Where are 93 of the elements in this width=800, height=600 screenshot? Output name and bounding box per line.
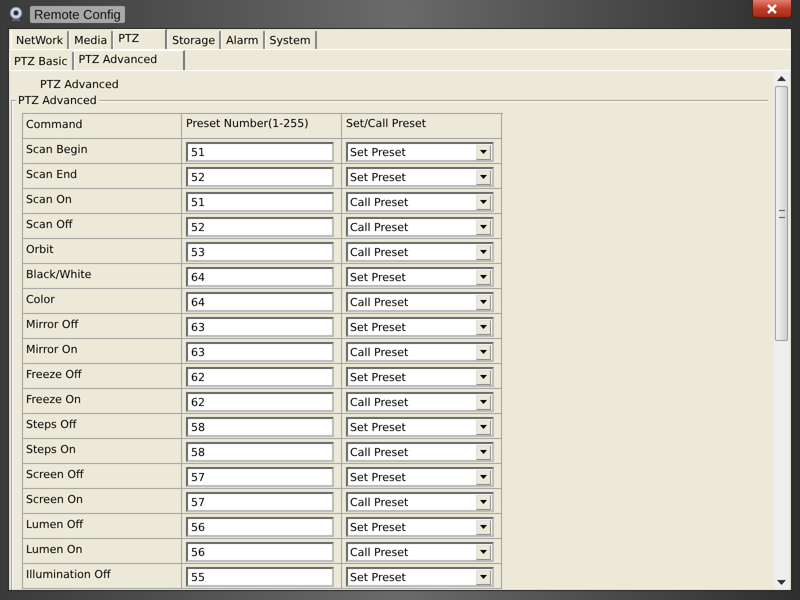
preset-number-field[interactable]: 56 bbox=[186, 517, 334, 537]
preset-number-field[interactable]: 57 bbox=[186, 492, 334, 512]
scroll-up-icon[interactable] bbox=[777, 76, 786, 81]
preset-number-field[interactable]: 62 bbox=[186, 392, 334, 412]
preset-mode-dropdown[interactable]: Call Preset bbox=[346, 217, 494, 237]
preset-number-field[interactable]: 51 bbox=[186, 192, 334, 212]
caret-icon bbox=[480, 400, 487, 404]
vertical-scrollbar[interactable] bbox=[774, 71, 789, 590]
command-label: Scan Off bbox=[26, 218, 72, 231]
command-label: Screen On bbox=[26, 493, 83, 506]
group-title: PTZ Advanced bbox=[16, 94, 99, 107]
caret-icon bbox=[480, 250, 487, 254]
caret-icon bbox=[480, 375, 487, 379]
close-icon bbox=[766, 4, 778, 14]
webcam-icon bbox=[8, 6, 24, 22]
preset-mode-dropdown[interactable]: Set Preset bbox=[346, 267, 494, 287]
preset-number-field[interactable]: 51 bbox=[186, 142, 334, 162]
caret-icon bbox=[480, 225, 487, 229]
command-label: Mirror Off bbox=[26, 318, 78, 331]
preset-number-field[interactable]: 58 bbox=[186, 417, 334, 437]
subtab[interactable]: PTZ Basic bbox=[9, 52, 74, 70]
tab[interactable]: Storage bbox=[167, 31, 222, 49]
preset-number-field[interactable]: 52 bbox=[186, 167, 334, 187]
preset-mode-dropdown[interactable]: Set Preset bbox=[346, 517, 494, 537]
preset-number-field[interactable]: 55 bbox=[186, 567, 334, 587]
preset-mode-dropdown[interactable]: Set Preset bbox=[346, 367, 494, 387]
preset-mode-dropdown[interactable]: Set Preset bbox=[346, 567, 494, 587]
preset-number-field[interactable]: 53 bbox=[186, 242, 334, 262]
caret-icon bbox=[480, 275, 487, 279]
preset-mode-dropdown[interactable]: Call Preset bbox=[346, 392, 494, 412]
preset-mode-dropdown[interactable]: Call Preset bbox=[346, 292, 494, 312]
preset-number-field[interactable]: 57 bbox=[186, 467, 334, 487]
caret-icon bbox=[480, 200, 487, 204]
close-button[interactable] bbox=[752, 0, 792, 18]
preset-mode-dropdown[interactable]: Set Preset bbox=[346, 317, 494, 337]
preset-mode-dropdown[interactable]: Set Preset bbox=[346, 142, 494, 162]
scroll-thumb[interactable] bbox=[775, 86, 788, 341]
preset-mode-dropdown[interactable]: Call Preset bbox=[346, 342, 494, 362]
column-header: Set/Call Preset bbox=[342, 114, 502, 139]
page-heading: PTZ Advanced bbox=[40, 78, 120, 93]
command-label: Lumen On bbox=[26, 543, 82, 556]
tab[interactable]: PTZ bbox=[113, 29, 168, 49]
preset-number-field[interactable]: 63 bbox=[186, 342, 334, 362]
caret-icon bbox=[480, 500, 487, 504]
preset-mode-dropdown[interactable]: Set Preset bbox=[346, 167, 494, 187]
command-label: Steps Off bbox=[26, 418, 77, 431]
scroll-down-icon[interactable] bbox=[777, 580, 786, 585]
command-label: Illumination Off bbox=[26, 568, 111, 581]
caret-icon bbox=[480, 525, 487, 529]
tab[interactable]: Alarm bbox=[221, 31, 265, 49]
caret-icon bbox=[480, 150, 487, 154]
preset-mode-dropdown[interactable]: Set Preset bbox=[346, 417, 494, 437]
command-label: Freeze Off bbox=[26, 368, 82, 381]
preset-mode-dropdown[interactable]: Set Preset bbox=[346, 467, 494, 487]
caret-icon bbox=[480, 550, 487, 554]
command-label: Steps On bbox=[26, 443, 76, 456]
command-label: Orbit bbox=[26, 243, 54, 256]
command-label: Lumen Off bbox=[26, 518, 84, 531]
caret-icon bbox=[480, 350, 487, 354]
preset-mode-dropdown[interactable]: Call Preset bbox=[346, 192, 494, 212]
caret-icon bbox=[480, 175, 487, 179]
command-label: Freeze On bbox=[26, 393, 82, 406]
subtab[interactable]: PTZ Advanced bbox=[74, 50, 186, 70]
window-title: Remote Config bbox=[30, 6, 125, 22]
preset-number-field[interactable]: 62 bbox=[186, 367, 334, 387]
command-label: Screen Off bbox=[26, 468, 84, 481]
caret-icon bbox=[480, 325, 487, 329]
command-label: Scan Begin bbox=[26, 143, 88, 156]
preset-mode-dropdown[interactable]: Call Preset bbox=[346, 542, 494, 562]
preset-mode-dropdown[interactable]: Call Preset bbox=[346, 492, 494, 512]
preset-mode-dropdown[interactable]: Call Preset bbox=[346, 242, 494, 262]
preset-number-field[interactable]: 52 bbox=[186, 217, 334, 237]
preset-number-field[interactable]: 58 bbox=[186, 442, 334, 462]
tab[interactable]: NetWork bbox=[11, 31, 70, 49]
tab[interactable]: Media bbox=[69, 31, 114, 49]
column-header: Command bbox=[23, 114, 182, 139]
command-label: Black/White bbox=[26, 268, 92, 281]
caret-icon bbox=[480, 450, 487, 454]
preset-number-field[interactable]: 64 bbox=[186, 267, 334, 287]
caret-icon bbox=[480, 575, 487, 579]
command-label: Scan On bbox=[26, 193, 72, 206]
caret-icon bbox=[480, 300, 487, 304]
caret-icon bbox=[480, 475, 487, 479]
preset-mode-dropdown[interactable]: Call Preset bbox=[346, 442, 494, 462]
preset-number-field[interactable]: 64 bbox=[186, 292, 334, 312]
column-header: Preset Number(1-255) bbox=[182, 114, 342, 139]
command-label: Mirror On bbox=[26, 343, 78, 356]
preset-number-field[interactable]: 56 bbox=[186, 542, 334, 562]
caret-icon bbox=[480, 425, 487, 429]
preset-number-field[interactable]: 63 bbox=[186, 317, 334, 337]
tab[interactable]: System bbox=[264, 31, 317, 49]
command-label: Scan End bbox=[26, 168, 78, 181]
command-label: Color bbox=[26, 293, 55, 306]
